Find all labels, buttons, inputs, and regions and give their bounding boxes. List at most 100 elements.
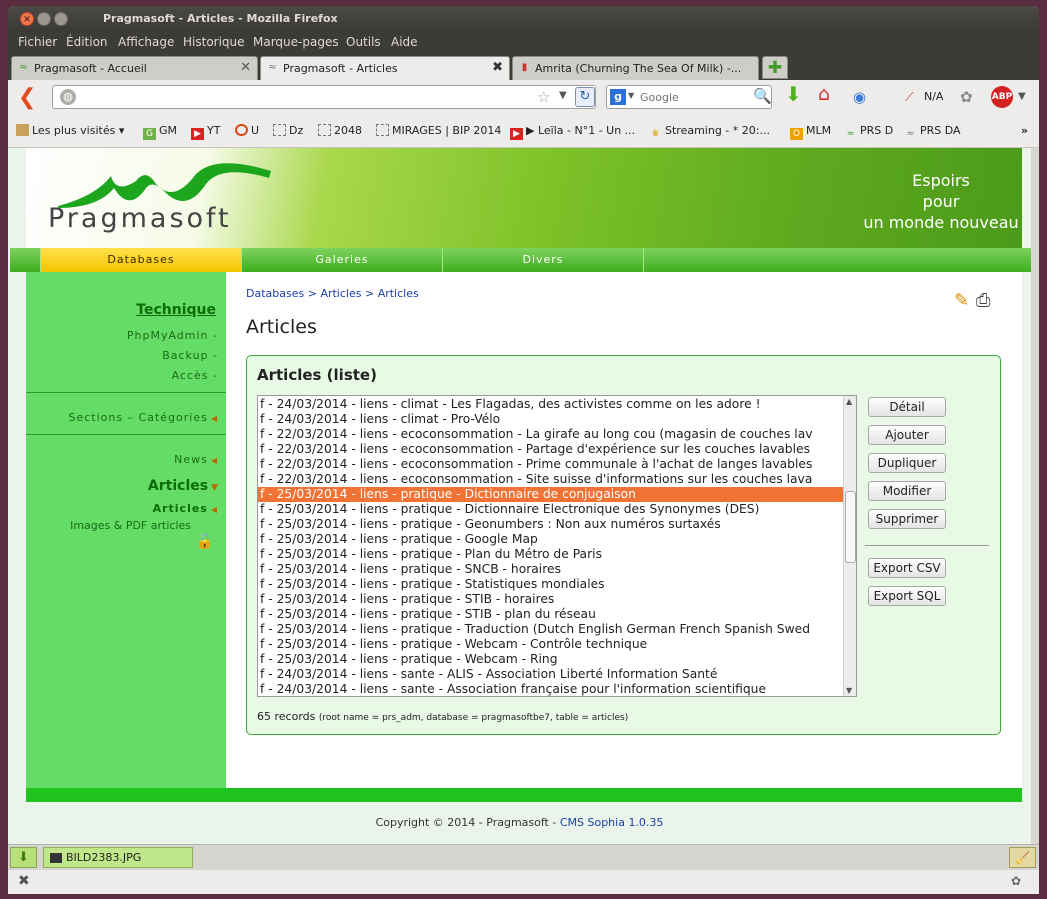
scroll-up-icon[interactable]: ▲ <box>846 397 852 406</box>
add-button[interactable]: Ajouter <box>868 425 946 445</box>
menu-outils[interactable]: Outils <box>346 35 381 49</box>
search-engine-dropdown-icon[interactable]: ▼ <box>628 91 634 100</box>
bookmark-2048[interactable]: 2048 <box>318 124 362 137</box>
search-input[interactable] <box>640 89 748 106</box>
export-sql-button[interactable]: Export SQL <box>868 586 946 606</box>
list-item[interactable]: f - 25/03/2014 - liens - pratique - Geon… <box>258 517 843 532</box>
list-item[interactable]: f - 25/03/2014 - liens - pratique - Webc… <box>258 652 843 667</box>
breadcrumb-articles-current[interactable]: Articles <box>378 287 419 300</box>
stats-icon[interactable]: ⟋ <box>905 88 913 106</box>
modify-button[interactable]: Modifier <box>868 481 946 501</box>
addon-icon[interactable]: ✿ <box>960 88 973 106</box>
sidebar-heading-articles[interactable]: Articles ▼ <box>148 478 218 494</box>
download-item[interactable]: BILD2383.JPG <box>43 847 193 868</box>
page-scrollbar[interactable] <box>1031 148 1039 844</box>
nav-databases[interactable]: Databases <box>41 248 242 272</box>
close-tab-icon[interactable]: ✕ <box>240 60 251 75</box>
menu-aide[interactable]: Aide <box>391 35 418 49</box>
bookmark-yt[interactable]: ▶ YT <box>191 124 220 140</box>
list-item[interactable]: f - 25/03/2014 - liens - pratique - Webc… <box>258 637 843 652</box>
bookmark-most-visited[interactable]: Les plus visités ▾ <box>16 124 124 137</box>
sidebar-item-phpmyadmin[interactable]: PhpMyAdmin - <box>127 329 218 342</box>
list-item[interactable]: f - 25/03/2014 - liens - pratique - SNCB… <box>258 562 843 577</box>
bookmark-streaming[interactable]: ♛ Streaming - * 20:... <box>649 124 770 140</box>
minimize-window-button[interactable] <box>37 12 51 26</box>
nav-divers[interactable]: Divers <box>443 248 644 272</box>
bookmark-gm[interactable]: G GM <box>143 124 177 140</box>
google-icon[interactable]: g <box>610 89 626 105</box>
listbox-scrollbar[interactable]: ▲ ▼ <box>843 396 856 696</box>
list-item[interactable]: f - 25/03/2014 - liens - pratique - Dict… <box>258 502 843 517</box>
close-tab-icon[interactable]: ✖ <box>492 60 503 75</box>
breadcrumb-databases[interactable]: Databases <box>246 287 304 300</box>
bookmark-dz[interactable]: Dz <box>273 124 303 137</box>
list-item[interactable]: f - 22/03/2014 - liens - ecoconsommation… <box>258 457 843 472</box>
bookmark-u[interactable]: U <box>235 124 259 137</box>
sidebar-item-backup[interactable]: Backup - <box>162 349 218 362</box>
list-item[interactable]: f - 25/03/2014 - liens - pratique - Dict… <box>258 487 843 502</box>
bookmark-leila[interactable]: ▶ ▶ Leïla - N°1 - Un ... <box>510 124 635 140</box>
list-item[interactable]: f - 25/03/2014 - liens - pratique - STIB… <box>258 592 843 607</box>
adblock-icon[interactable]: ABP <box>991 86 1013 108</box>
menu-edition[interactable]: Édition <box>66 35 108 49</box>
tab-amrita[interactable]: ▮ Amrita (Churning The Sea Of Milk) -... <box>512 56 759 80</box>
close-window-button[interactable]: ✕ <box>20 12 34 26</box>
menu-fichier[interactable]: Fichier <box>18 35 57 49</box>
home-icon[interactable]: ⌂ <box>818 85 830 104</box>
breadcrumb-articles[interactable]: Articles <box>320 287 361 300</box>
delete-button[interactable]: Supprimer <box>868 509 946 529</box>
menu-historique[interactable]: Historique <box>183 35 245 49</box>
search-icon[interactable]: 🔍 <box>753 87 772 105</box>
clear-downloads-broom-icon[interactable]: 🧹 <box>1009 847 1036 868</box>
list-item[interactable]: f - 25/03/2014 - liens - pratique - Trad… <box>258 622 843 637</box>
menu-affichage[interactable]: Affichage <box>118 35 174 49</box>
sidebar-item-images-pdf[interactable]: Images & PDF articles <box>70 519 191 532</box>
scroll-down-icon[interactable]: ▼ <box>846 686 852 695</box>
nav-galeries[interactable]: Galeries <box>242 248 443 272</box>
bookmark-mlm[interactable]: O MLM <box>790 124 831 140</box>
edit-pencil-icon[interactable]: ✎ <box>954 290 969 311</box>
export-csv-button[interactable]: Export CSV <box>868 558 946 578</box>
list-item[interactable]: f - 22/03/2014 - liens - ecoconsommation… <box>258 442 843 457</box>
back-arrow-icon[interactable]: ❮ <box>18 85 36 110</box>
articles-listbox[interactable]: f - 24/03/2014 - liens - climat - Les Fl… <box>257 395 857 697</box>
download-arrow-icon[interactable]: ⬇ <box>10 847 37 868</box>
list-item[interactable]: f - 22/03/2014 - liens - ecoconsommation… <box>258 472 843 487</box>
close-icon[interactable]: ✖ <box>18 873 30 889</box>
scroll-thumb[interactable] <box>845 491 856 563</box>
cms-link[interactable]: CMS Sophia 1.0.35 <box>560 816 664 829</box>
sidebar-item-articles[interactable]: Articles ◀ <box>153 502 218 515</box>
world-icon[interactable]: ◉ <box>853 88 866 106</box>
bookmarks-overflow-icon[interactable]: » <box>1021 124 1028 137</box>
sidebar-item-acces[interactable]: Accès - <box>172 369 218 382</box>
list-item[interactable]: f - 25/03/2014 - liens - pratique - Stat… <box>258 577 843 592</box>
sidebar-item-sections[interactable]: Sections – Catégories ◀ <box>68 411 218 424</box>
tab-articles[interactable]: ≈ Pragmasoft - Articles ✖ <box>260 56 510 80</box>
bookmark-prs-d[interactable]: ≈ PRS D <box>844 124 894 140</box>
list-item[interactable]: f - 24/03/2014 - liens - sante - ALIS - … <box>258 667 843 682</box>
url-bar[interactable]: ◍ ☆ ▼ ↻ <box>52 85 596 109</box>
list-item[interactable]: f - 25/03/2014 - liens - pratique - STIB… <box>258 607 843 622</box>
detail-button[interactable]: Détail <box>868 397 946 417</box>
bookmark-mirages[interactable]: MIRAGES | BIP 2014 <box>376 124 501 137</box>
adblock-dropdown-icon[interactable]: ▼ <box>1018 88 1026 106</box>
list-item[interactable]: f - 24/03/2014 - liens - climat - Les Fl… <box>258 397 843 412</box>
list-item[interactable]: f - 24/03/2014 - liens - climat - Pro-Vé… <box>258 412 843 427</box>
list-item[interactable]: f - 25/03/2014 - liens - pratique - Goog… <box>258 532 843 547</box>
addon-icon[interactable]: ✿ <box>1011 874 1021 888</box>
unlock-icon[interactable]: 🔓 <box>196 534 213 550</box>
sidebar-heading-technique[interactable]: Technique <box>136 302 216 318</box>
list-item[interactable]: f - 22/03/2014 - liens - ecoconsommation… <box>258 427 843 442</box>
sidebar-item-news[interactable]: News ◀ <box>174 453 218 466</box>
printer-icon[interactable]: ⎙ <box>976 290 990 311</box>
reload-icon[interactable]: ↻ <box>575 87 595 107</box>
url-dropdown-icon[interactable]: ▼ <box>559 90 567 101</box>
new-tab-plus-icon[interactable]: ✚ <box>762 56 788 79</box>
list-item[interactable]: f - 25/03/2014 - liens - pratique - Plan… <box>258 547 843 562</box>
download-arrow-icon[interactable]: ⬇ <box>785 84 802 104</box>
tab-accueil[interactable]: ≈ Pragmasoft - Accueil ✕ <box>11 56 258 80</box>
list-item[interactable]: f - 24/03/2014 - liens - sante - Associa… <box>258 682 843 696</box>
duplicate-button[interactable]: Dupliquer <box>868 453 946 473</box>
bookmark-star-icon[interactable]: ☆ <box>537 88 550 106</box>
maximize-window-button[interactable] <box>54 12 68 26</box>
